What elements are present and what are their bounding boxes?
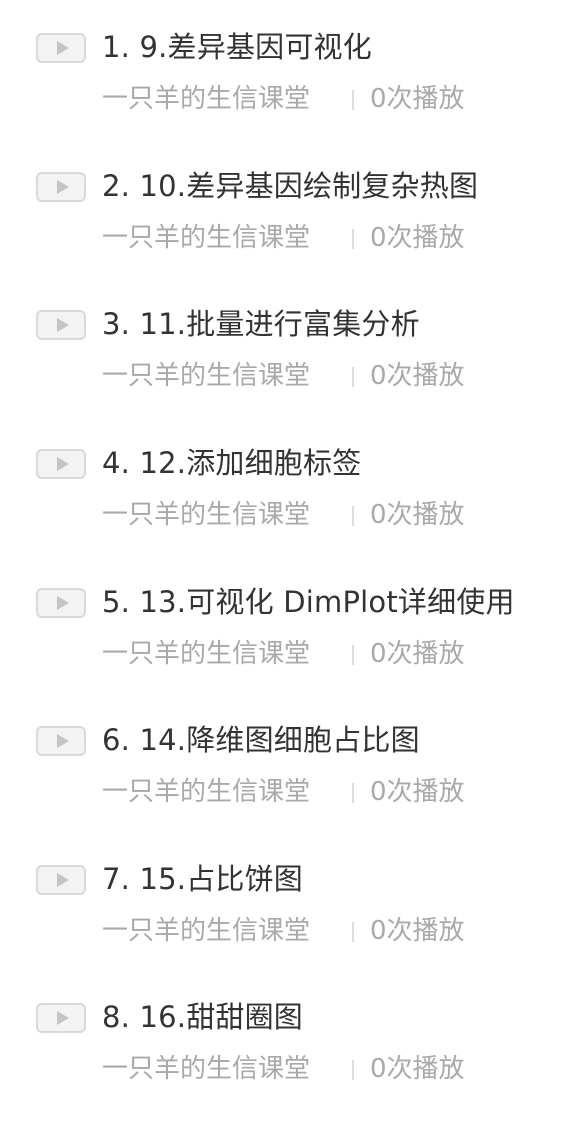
play-icon [57,734,69,748]
play-button[interactable] [36,172,86,202]
author-name: 一只羊的生信课堂 [102,1054,311,1084]
video-title[interactable]: 3. 11.批量进行富集分析 [102,304,420,344]
video-title[interactable]: 7. 15.占比饼图 [102,859,303,899]
video-title[interactable]: 1. 9.差异基因可视化 [102,27,372,67]
play-icon [57,596,69,610]
play-button[interactable] [36,1003,86,1033]
author-name: 一只羊的生信课堂 [102,500,311,530]
meta-divider [352,367,354,387]
play-count: 0次播放 [370,361,465,391]
video-title[interactable]: 8. 16.甜甜圈图 [102,997,303,1037]
meta-divider [352,645,354,665]
list-item[interactable]: 8. 16.甜甜圈图 一只羊的生信课堂 0次播放 [0,1000,580,1123]
meta-divider [352,922,354,942]
course-video-list: 1. 9.差异基因可视化 一只羊的生信课堂 0次播放 2. 10.差异基因绘制复… [0,0,580,1120]
meta-divider [352,1060,354,1080]
video-title[interactable]: 2. 10.差异基因绘制复杂热图 [102,166,478,206]
author-name: 一只羊的生信课堂 [102,361,311,391]
list-item[interactable]: 6. 14.降维图细胞占比图 一只羊的生信课堂 0次播放 [0,723,580,846]
author-name: 一只羊的生信课堂 [102,777,311,807]
play-icon [57,180,69,194]
play-count: 0次播放 [370,639,465,669]
list-item[interactable]: 1. 9.差异基因可视化 一只羊的生信课堂 0次播放 [0,30,580,153]
video-title[interactable]: 4. 12.添加细胞标签 [102,443,361,483]
author-name: 一只羊的生信课堂 [102,916,311,946]
play-icon [57,873,69,887]
play-count: 0次播放 [370,84,465,114]
list-item[interactable]: 4. 12.添加细胞标签 一只羊的生信课堂 0次播放 [0,446,580,569]
meta-divider [352,229,354,249]
play-button[interactable] [36,865,86,895]
play-button[interactable] [36,310,86,340]
play-count: 0次播放 [370,500,465,530]
play-count: 0次播放 [370,777,465,807]
play-button[interactable] [36,726,86,756]
play-count: 0次播放 [370,1054,465,1084]
meta-divider [352,90,354,110]
list-item[interactable]: 7. 15.占比饼图 一只羊的生信课堂 0次播放 [0,862,580,985]
play-button[interactable] [36,588,86,618]
play-count: 0次播放 [370,223,465,253]
list-item[interactable]: 2. 10.差异基因绘制复杂热图 一只羊的生信课堂 0次播放 [0,169,580,292]
play-icon [57,1011,69,1025]
meta-divider [352,783,354,803]
play-button[interactable] [36,449,86,479]
list-item[interactable]: 3. 11.批量进行富集分析 一只羊的生信课堂 0次播放 [0,307,580,430]
video-title[interactable]: 5. 13.可视化 DimPlot详细使用 [102,582,515,622]
play-icon [57,318,69,332]
play-button[interactable] [36,33,86,63]
meta-divider [352,506,354,526]
author-name: 一只羊的生信课堂 [102,223,311,253]
play-icon [57,41,69,55]
author-name: 一只羊的生信课堂 [102,639,311,669]
list-item[interactable]: 5. 13.可视化 DimPlot详细使用 一只羊的生信课堂 0次播放 [0,585,580,708]
play-count: 0次播放 [370,916,465,946]
play-icon [57,457,69,471]
author-name: 一只羊的生信课堂 [102,84,311,114]
video-title[interactable]: 6. 14.降维图细胞占比图 [102,720,420,760]
